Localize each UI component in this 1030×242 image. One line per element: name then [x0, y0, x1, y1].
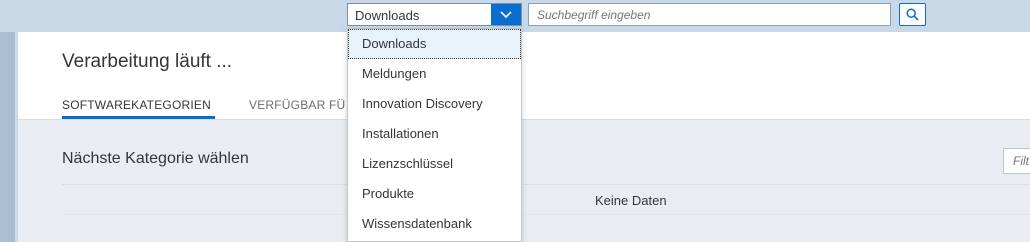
dropdown-item-wissensdatenbank[interactable]: Wissensdatenbank [348, 209, 521, 239]
page-title: Verarbeitung läuft ... [62, 51, 233, 72]
category-dropdown-list: Downloads Meldungen Innovation Discovery… [347, 28, 522, 242]
tab-softwarekategorien[interactable]: SOFTWAREKATEGORIEN [62, 98, 211, 112]
search-field[interactable] [528, 3, 891, 26]
category-select-value: Downloads [355, 8, 420, 23]
dropdown-item-lizenzschluessel[interactable]: Lizenzschlüssel [348, 149, 521, 179]
dropdown-item-produkte[interactable]: Produkte [348, 179, 521, 209]
chevron-down-icon [500, 10, 512, 18]
category-select[interactable]: Downloads [347, 3, 522, 26]
search-input[interactable] [529, 4, 890, 25]
dropdown-arrow-button[interactable] [491, 4, 521, 25]
tab-verfuegbar[interactable]: VERFÜGBAR FÜ [249, 98, 345, 112]
search-icon [906, 8, 919, 21]
empty-table-text: Keine Daten [595, 193, 667, 208]
dropdown-item-downloads[interactable]: Downloads [348, 29, 521, 59]
header-divider [18, 119, 1030, 120]
dropdown-item-innovation-discovery[interactable]: Innovation Discovery [348, 89, 521, 119]
dropdown-item-meldungen[interactable]: Meldungen [348, 59, 521, 89]
table-header-divider [62, 184, 1030, 185]
filter-placeholder: Filt [1013, 154, 1029, 168]
search-button[interactable] [899, 3, 926, 26]
left-side-bar [0, 32, 15, 242]
table-row-divider [62, 214, 1030, 215]
dropdown-item-installationen[interactable]: Installationen [348, 119, 521, 149]
section-title: Nächste Kategorie wählen [62, 150, 249, 167]
filter-input[interactable]: Filt [1003, 148, 1030, 174]
